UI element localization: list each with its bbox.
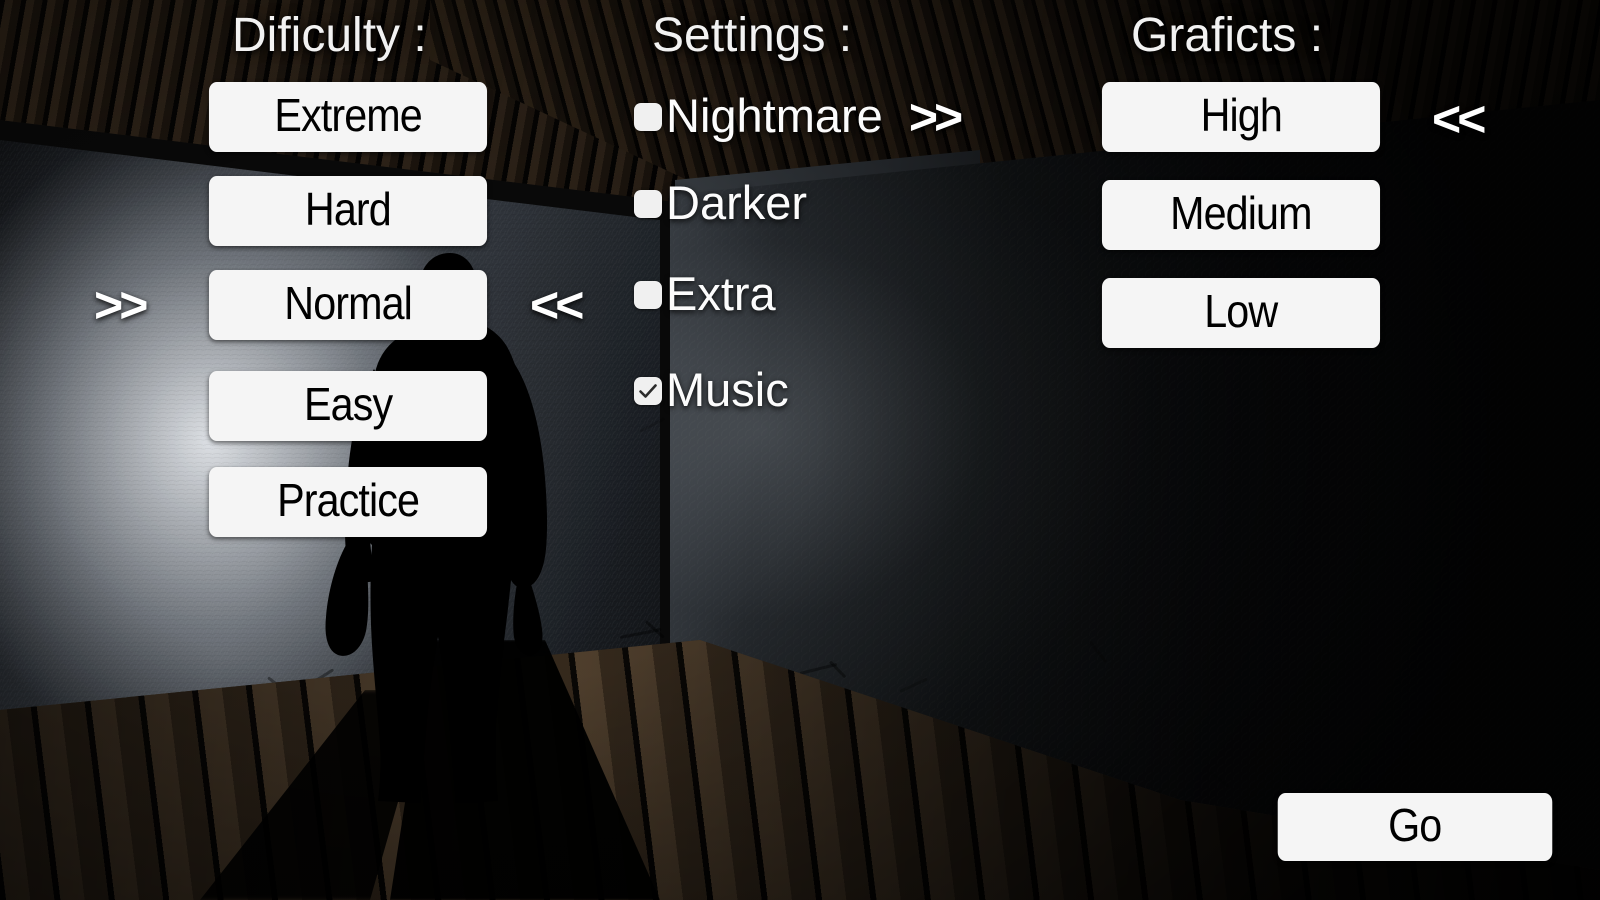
difficulty-option-normal[interactable]: Normal — [208, 270, 488, 340]
setting-row-extra[interactable]: Extra — [634, 270, 776, 320]
graphics-option-medium[interactable]: Medium — [1101, 180, 1381, 250]
difficulty-option-practice[interactable]: Practice — [208, 467, 488, 537]
difficulty-option-label: Easy — [303, 378, 393, 430]
graphics-selection-marker-right: << — [1432, 91, 1486, 147]
settings-selection-marker: >> — [908, 89, 963, 145]
difficulty-selection-marker-right: << — [530, 277, 584, 333]
difficulty-option-label: Extreme — [274, 89, 422, 141]
checkbox-darker[interactable] — [634, 190, 662, 218]
game-options-screen: Dificulty : Extreme Hard Normal Easy Pra… — [0, 0, 1600, 900]
setting-label: Music — [666, 363, 789, 416]
difficulty-option-hard[interactable]: Hard — [208, 176, 488, 246]
settings-heading: Settings : — [652, 9, 853, 62]
checkbox-extra[interactable] — [634, 281, 662, 309]
difficulty-option-label: Normal — [284, 277, 413, 329]
graphics-option-label: Medium — [1170, 187, 1312, 239]
go-button-label: Go — [1388, 799, 1442, 851]
setting-label: Extra — [666, 267, 776, 320]
setting-row-nightmare[interactable]: Nightmare >> — [634, 89, 963, 145]
graphics-heading: Graficts : — [1131, 9, 1324, 62]
options-ui-layer: Dificulty : Extreme Hard Normal Easy Pra… — [0, 0, 1600, 900]
go-button[interactable]: Go — [1277, 793, 1553, 861]
difficulty-option-easy[interactable]: Easy — [208, 371, 488, 441]
setting-label: Darker — [666, 176, 808, 229]
difficulty-selection-marker-left: >> — [94, 277, 148, 333]
graphics-option-label: Low — [1204, 285, 1278, 337]
checkbox-nightmare[interactable] — [634, 103, 662, 131]
checkbox-music[interactable] — [634, 377, 662, 405]
difficulty-option-label: Hard — [305, 183, 392, 235]
difficulty-option-label: Practice — [277, 474, 420, 526]
difficulty-option-extreme[interactable]: Extreme — [208, 82, 488, 152]
graphics-option-label: High — [1200, 89, 1282, 141]
checkmark-icon — [639, 384, 657, 398]
setting-row-music[interactable]: Music — [634, 366, 789, 416]
difficulty-heading: Dificulty : — [232, 9, 427, 62]
setting-row-darker[interactable]: Darker — [634, 179, 807, 229]
setting-label: Nightmare — [666, 89, 883, 142]
graphics-option-low[interactable]: Low — [1101, 278, 1381, 348]
graphics-option-high[interactable]: High — [1101, 82, 1381, 152]
